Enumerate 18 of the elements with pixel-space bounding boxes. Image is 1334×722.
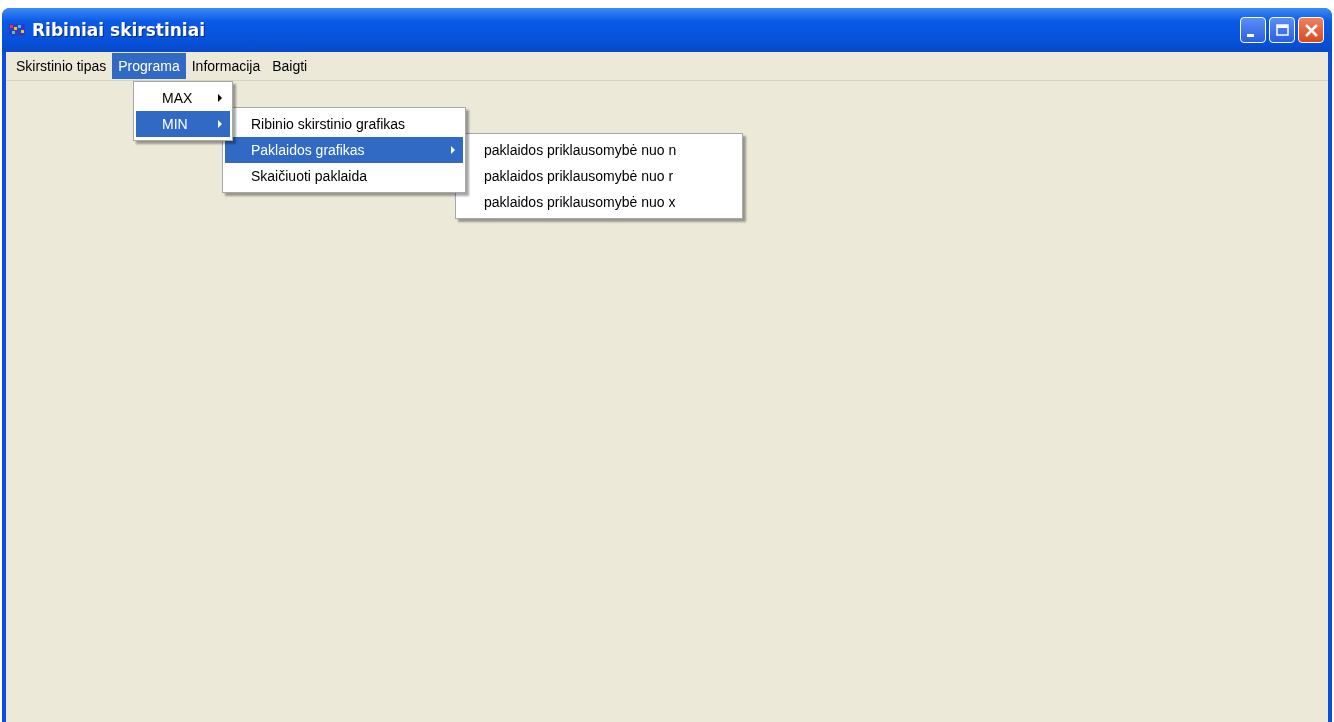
window-title: Ribiniai skirstiniai xyxy=(32,20,206,40)
menu-bar-item[interactable]: Programa xyxy=(112,53,186,79)
minimize-button[interactable] xyxy=(1240,17,1266,43)
menu-bar-item[interactable]: Baigti xyxy=(266,53,314,79)
submenu-arrow-icon xyxy=(218,120,222,128)
menu-item[interactable]: MAX xyxy=(136,85,230,111)
submenu-arrow-icon xyxy=(451,146,455,154)
menu-item[interactable]: MIN xyxy=(136,111,230,137)
menu-item[interactable]: Paklaidos grafikas xyxy=(225,137,463,163)
menu-bar-item[interactable]: Skirstinio tipas xyxy=(10,53,113,79)
close-button[interactable] xyxy=(1298,17,1324,43)
menu-item[interactable]: paklaidos priklausomybė nuo x xyxy=(458,189,740,215)
app-icon xyxy=(8,22,26,38)
menu-item[interactable]: Skaičiuoti paklaida xyxy=(225,163,463,189)
minimize-icon xyxy=(1246,33,1254,37)
menu-bar-item[interactable]: Informacija xyxy=(185,53,267,79)
submenu-arrow-icon xyxy=(218,94,222,102)
maximize-button[interactable] xyxy=(1269,17,1295,43)
